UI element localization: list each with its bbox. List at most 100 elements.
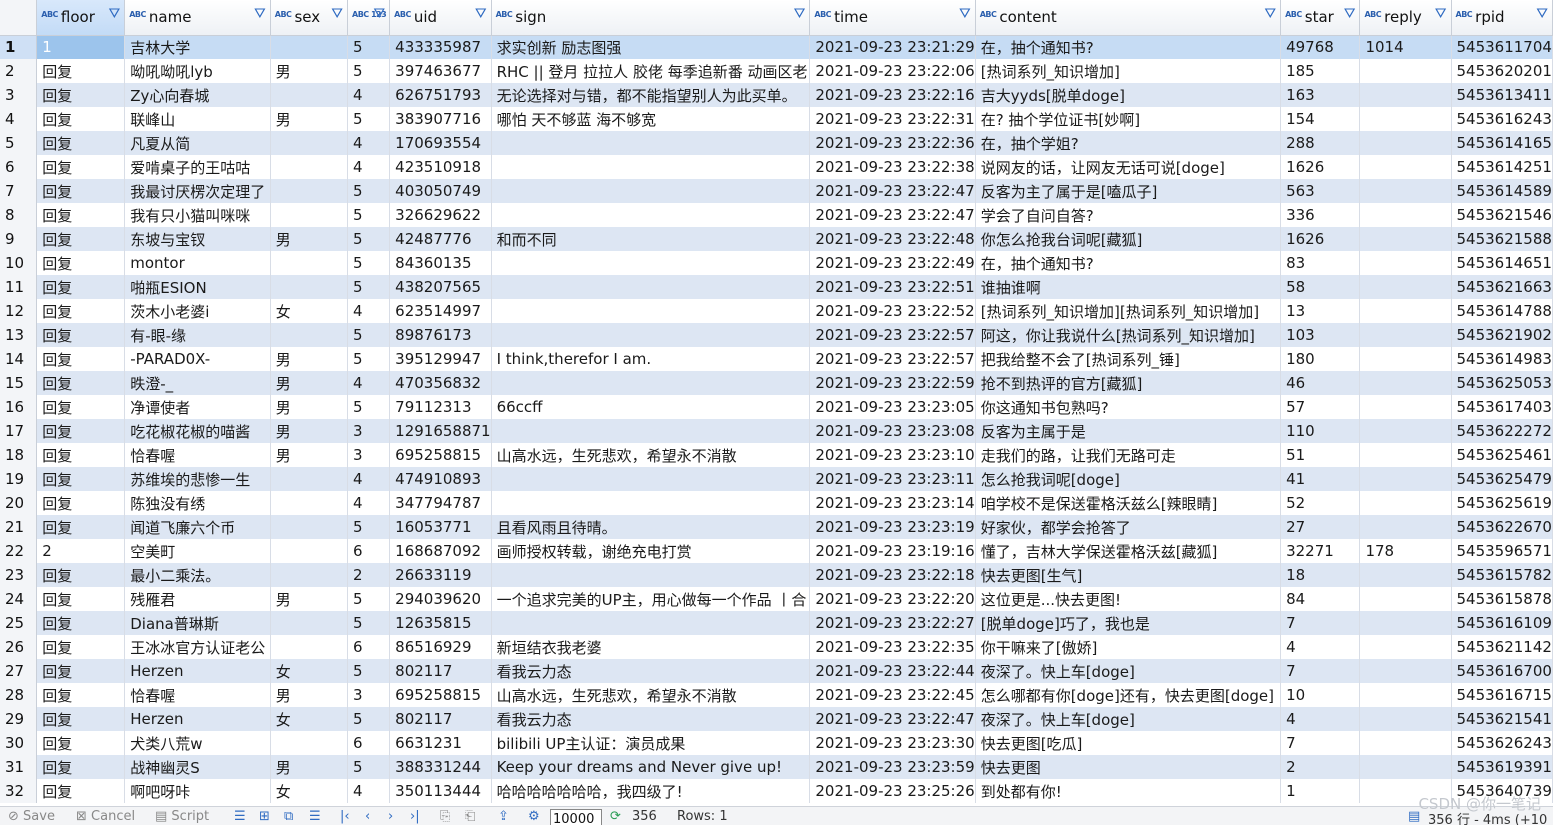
cell-floor[interactable]: 回复	[36, 563, 126, 587]
cell-star[interactable]: 7	[1280, 611, 1361, 635]
cell-time[interactable]: 2021-09-23 23:23:14	[809, 491, 976, 515]
cell-star[interactable]: 41	[1280, 467, 1361, 491]
cell-level[interactable]: 5	[347, 227, 391, 251]
cell-uid[interactable]: 16053771	[389, 515, 492, 539]
cell-rpid[interactable]: 5453625461	[1451, 443, 1553, 467]
cell-rpid[interactable]: 5453615878	[1451, 587, 1553, 611]
cell-sex[interactable]: 男	[270, 683, 349, 707]
cell-content[interactable]: 学会了自问自答?	[975, 203, 1282, 227]
cell-content[interactable]: 这位更是...快去更图!	[975, 587, 1282, 611]
cell-sex[interactable]	[270, 635, 349, 659]
cell-sex[interactable]: 女	[270, 299, 349, 323]
cell-time[interactable]: 2021-09-23 23:22:18	[809, 563, 976, 587]
cell-content[interactable]: 咱学校不是保送霍格沃兹么[辣眼睛]	[975, 491, 1282, 515]
cell-sign[interactable]	[491, 299, 811, 323]
cell-content[interactable]: 夜深了。快上车[doge]	[975, 707, 1282, 731]
cell-level[interactable]: 3	[347, 419, 391, 443]
table-row[interactable]: 7 回复 我最讨厌楞次定理了 5 403050749 2021-09-23 23:22:4…	[0, 179, 1553, 203]
refresh-icon[interactable]: ⟳	[610, 809, 621, 824]
cell-level[interactable]: 4	[347, 83, 391, 107]
cell-sex[interactable]	[270, 323, 349, 347]
table-row[interactable]: 27 回复 Herzen 女 5 802117 看我云力态 2021-09-23 23:22:…	[0, 659, 1553, 683]
delete-row-icon[interactable]: ☰	[309, 809, 321, 824]
cell-floor[interactable]: 回复	[36, 683, 126, 707]
cell-uid[interactable]: 326629622	[389, 203, 492, 227]
cell-content[interactable]: 你这通知书包熟吗?	[975, 395, 1282, 419]
cell-name[interactable]: 东坡与宝钗	[124, 227, 271, 251]
filter-icon[interactable]: ⛛	[1435, 6, 1447, 22]
cell-time[interactable]: 2021-09-23 23:22:27	[809, 611, 976, 635]
cell-name[interactable]: 残雁君	[124, 587, 271, 611]
cell-sign[interactable]	[491, 323, 811, 347]
cell-name[interactable]: 我最讨厌楞次定理了	[124, 179, 271, 203]
cell-level[interactable]: 4	[347, 779, 391, 803]
cell-name[interactable]: 呦吼呦吼lyb	[124, 59, 271, 83]
cell-rpid[interactable]: 5453621546	[1451, 203, 1553, 227]
cell-star[interactable]: 49768	[1280, 35, 1361, 59]
cell-star[interactable]: 163	[1280, 83, 1361, 107]
cell-uid[interactable]: 170693554	[389, 131, 492, 155]
cell-level[interactable]: 4	[347, 131, 391, 155]
cell-uid[interactable]: 695258815	[389, 683, 492, 707]
cell-uid[interactable]: 89876173	[389, 323, 492, 347]
cell-sex[interactable]	[270, 179, 349, 203]
cell-level[interactable]: 5	[347, 347, 391, 371]
column-header-time[interactable]: ABC time ⛛	[809, 0, 976, 36]
cell-uid[interactable]: 626751793	[389, 83, 492, 107]
cell-uid[interactable]: 423510918	[389, 155, 492, 179]
cell-content[interactable]: 说网友的话，让网友无话可说[doge]	[975, 155, 1282, 179]
table-row[interactable]: 20 回复 陈独没有绣 4 347794787 2021-09-23 23:23:14 咱学…	[0, 491, 1553, 515]
cell-reply[interactable]	[1359, 107, 1452, 131]
cell-name[interactable]: 苏维埃的悲惨一生	[124, 467, 271, 491]
cell-uid[interactable]: 350113444	[389, 779, 492, 803]
column-header-rpid[interactable]: ABC rpid ⛛	[1451, 0, 1553, 36]
cell-content[interactable]: 走我们的路，让我们无路可走	[975, 443, 1282, 467]
cell-sex[interactable]: 男	[270, 395, 349, 419]
cell-sign[interactable]: 且看风雨且待晴。	[491, 515, 811, 539]
cell-rpid[interactable]: 5453621588	[1451, 227, 1553, 251]
cell-star[interactable]: 4	[1280, 707, 1361, 731]
cell-reply[interactable]	[1359, 251, 1452, 275]
cell-reply[interactable]	[1359, 683, 1452, 707]
cell-star[interactable]: 1	[1280, 779, 1361, 803]
cell-time[interactable]: 2021-09-23 23:22:38	[809, 155, 976, 179]
cell-level[interactable]: 4	[347, 467, 391, 491]
cancel-button[interactable]: ⊠ Cancel	[76, 809, 135, 824]
table-row[interactable]: 14 回复 -PARAD0X- 男 5 395129947 I think,therefor…	[0, 347, 1553, 371]
table-row[interactable]: 21 回复 闻道飞廉六个币 5 16053771 且看风雨且待晴。 2021-09-23 2…	[0, 515, 1553, 539]
cell-reply[interactable]	[1359, 203, 1452, 227]
cell-sign[interactable]: 66ccff	[491, 395, 811, 419]
cell-reply[interactable]	[1359, 515, 1452, 539]
filter-icon[interactable]: ⛛	[373, 6, 385, 22]
cell-content[interactable]: 反客为主属于是	[975, 419, 1282, 443]
cell-name[interactable]: 战神幽灵S	[124, 755, 271, 779]
cell-uid[interactable]: 695258815	[389, 443, 492, 467]
cell-rpid[interactable]: 5453615782	[1451, 563, 1553, 587]
cell-time[interactable]: 2021-09-23 23:22:16	[809, 83, 976, 107]
cell-floor[interactable]: 回复	[36, 779, 126, 803]
cell-level[interactable]: 5	[347, 107, 391, 131]
cell-floor[interactable]: 回复	[36, 179, 126, 203]
cell-rpid[interactable]: 5453625053	[1451, 371, 1553, 395]
cell-star[interactable]: 83	[1280, 251, 1361, 275]
cell-star[interactable]: 58	[1280, 275, 1361, 299]
table-row[interactable]: 12 回复 茨木小老婆i 女 4 623514997 2021-09-23 23:22:52…	[0, 299, 1553, 323]
cell-rpid[interactable]: 5453617403	[1451, 395, 1553, 419]
cell-reply[interactable]	[1359, 611, 1452, 635]
cell-time[interactable]: 2021-09-23 23:22:44	[809, 659, 976, 683]
cell-rpid[interactable]: 5453621541	[1451, 707, 1553, 731]
cell-reply[interactable]	[1359, 563, 1452, 587]
table-row[interactable]: 6 回复 爱啃桌子的王咕咕 4 423510918 2021-09-23 23:22:38…	[0, 155, 1553, 179]
cell-time[interactable]: 2021-09-23 23:22:31	[809, 107, 976, 131]
cell-rpid[interactable]: 5453616715	[1451, 683, 1553, 707]
cell-rpid[interactable]: 5453616109	[1451, 611, 1553, 635]
cell-level[interactable]: 4	[347, 155, 391, 179]
cell-star[interactable]: 180	[1280, 347, 1361, 371]
cell-reply[interactable]	[1359, 491, 1452, 515]
cell-reply[interactable]	[1359, 635, 1452, 659]
cell-sign[interactable]: 看我云力态	[491, 659, 811, 683]
cell-time[interactable]: 2021-09-23 23:23:08	[809, 419, 976, 443]
cell-reply[interactable]	[1359, 587, 1452, 611]
cell-floor[interactable]: 回复	[36, 731, 126, 755]
cell-name[interactable]: 有-眼-缘	[124, 323, 271, 347]
